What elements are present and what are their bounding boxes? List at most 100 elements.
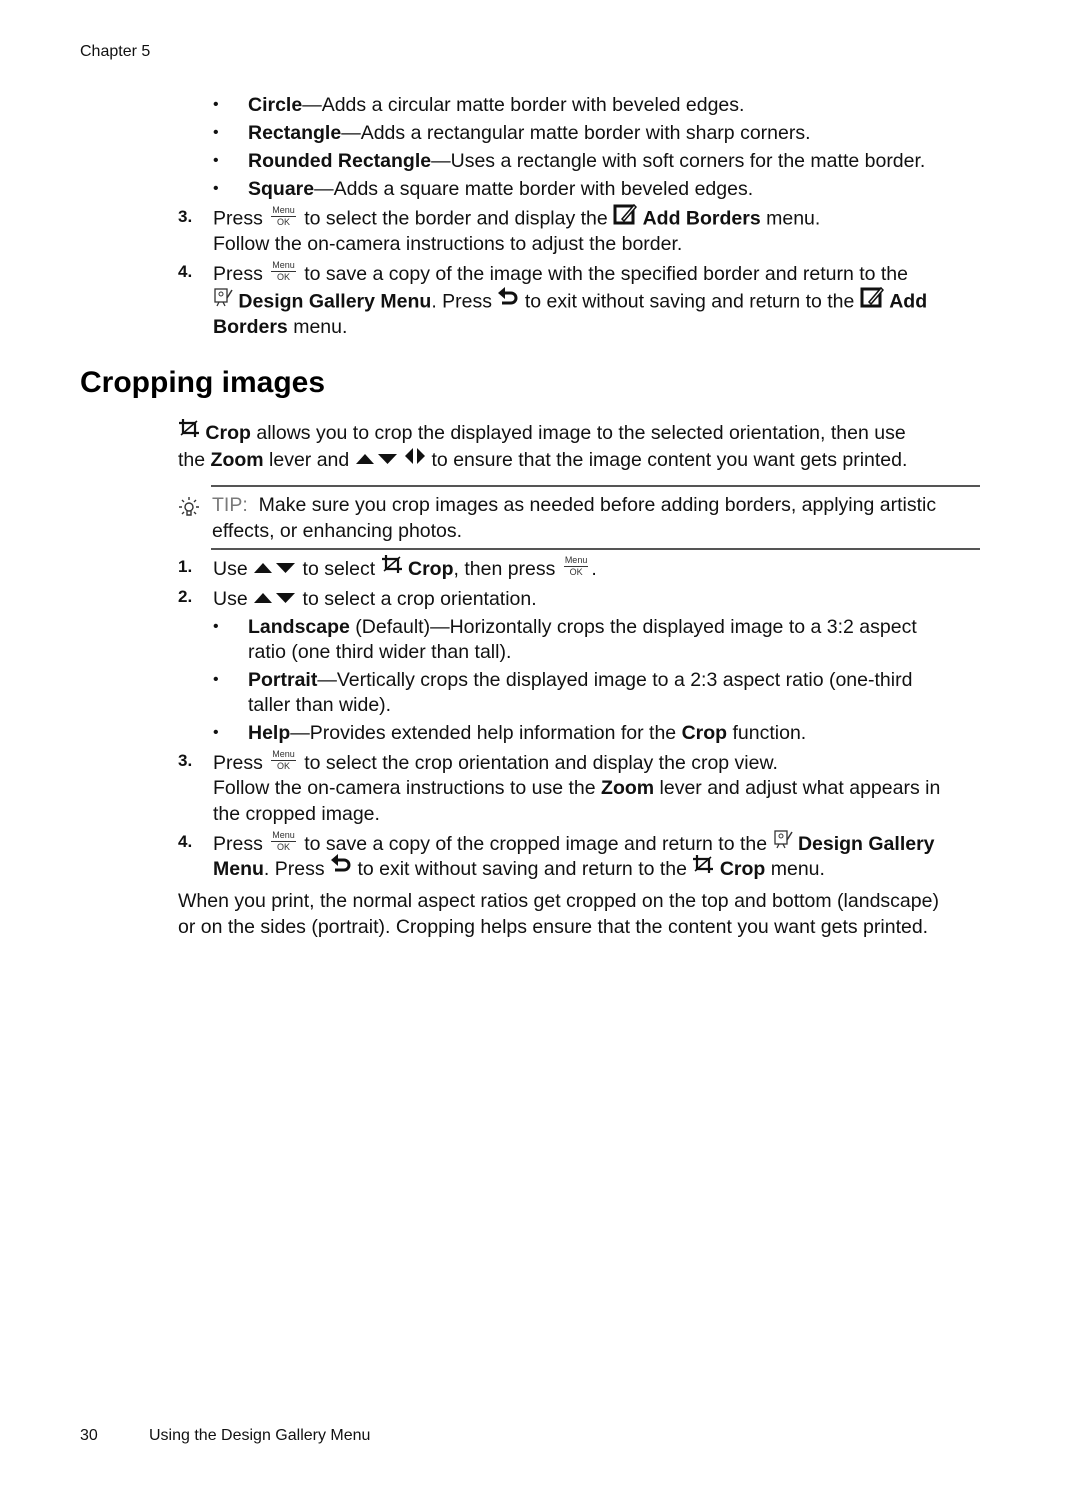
list-item: Circle—Adds a circular matte border with… <box>248 92 744 118</box>
crop-step-2: Use to select a crop orientation. <box>213 586 537 613</box>
crop-icon <box>381 554 403 581</box>
text: to select the border and display the <box>304 207 608 230</box>
tip-label: TIP: <box>212 494 248 516</box>
ok-label: OK <box>277 217 291 227</box>
menu-name: Design Gallery <box>797 833 935 855</box>
description: —Uses a rectangle with soft corners for … <box>431 150 926 172</box>
section-title: Cropping images <box>80 366 326 399</box>
menu-label: Menu <box>271 749 296 762</box>
left-right-arrows-icon <box>404 446 426 472</box>
footer-section-title: Using the Design Gallery Menu <box>149 1427 371 1444</box>
tip-line-2: effects, or enhancing photos. <box>212 520 463 542</box>
menu-ok-button-icon: Menu OK <box>271 750 296 771</box>
text: Use <box>213 588 248 610</box>
text: . <box>591 558 597 580</box>
bullet: • <box>213 152 219 169</box>
menu-name: Borders <box>213 316 288 338</box>
closing-line-2: or on the sides (portrait). Cropping hel… <box>178 916 929 938</box>
menu-ok-button-icon: Menu OK <box>271 831 296 852</box>
menu-label: Menu <box>271 260 296 273</box>
term: Crop <box>719 858 766 880</box>
add-borders-icon <box>613 203 638 232</box>
term: Square <box>248 178 315 200</box>
up-down-arrows-icon <box>253 585 297 611</box>
text: (Default)—Horizontally crops the display… <box>355 616 917 638</box>
term: Crop <box>408 558 454 580</box>
tip-text: Make sure you crop images as needed befo… <box>258 494 937 516</box>
menu-name: Menu <box>213 858 264 880</box>
term: Zoom <box>210 449 264 471</box>
crop-step-4-line-1: Press Menu OK to save a copy of the cropp… <box>213 829 935 858</box>
lightbulb-icon <box>178 496 200 526</box>
bullet: • <box>213 671 219 688</box>
term: Zoom <box>601 777 655 799</box>
tip-top-divider <box>211 485 980 487</box>
text: to save a copy of the image with the spe… <box>304 263 908 285</box>
text: lever and <box>269 449 350 471</box>
step-4-line-2: Design Gallery Menu. Press to exit witho… <box>213 286 928 317</box>
menu-name: Design Gallery Menu <box>238 290 432 313</box>
intro-line-1: Crop allows you to crop the displayed im… <box>178 419 906 447</box>
intro-line-2: the Zoom lever and to ensure that the im… <box>178 447 907 474</box>
option-help: Help—Provides extended help information … <box>248 720 806 746</box>
text: function. <box>732 722 807 744</box>
list-item: Square—Adds a square matte border with b… <box>248 176 753 202</box>
text: . Press <box>263 858 325 880</box>
design-gallery-icon <box>773 829 793 856</box>
step-number: 3. <box>178 207 193 226</box>
list-item: Rectangle—Adds a rectangular matte borde… <box>248 120 811 146</box>
text: to select <box>302 558 376 580</box>
crop-step-3-line-2: Follow the on-camera instructions to use… <box>213 775 940 801</box>
text: the <box>178 449 206 471</box>
chapter-label: Chapter 5 <box>80 43 151 60</box>
text: to ensure that the image content you wan… <box>431 449 908 471</box>
bullet: • <box>213 618 219 635</box>
text: Use <box>213 558 248 580</box>
crop-step-3-line-3: the cropped image. <box>213 803 380 825</box>
menu-ok-button-icon: Menu OK <box>563 555 589 577</box>
text: Press <box>213 263 263 285</box>
bullet: • <box>213 124 219 141</box>
text: Press <box>213 752 263 774</box>
ok-label: OK <box>277 272 291 283</box>
text: to select the crop orientation and displ… <box>304 752 778 774</box>
tip-bottom-divider <box>211 548 980 550</box>
menu-label: Menu <box>563 555 589 568</box>
back-arrow-icon <box>497 287 519 314</box>
ok-label: OK <box>277 761 291 772</box>
option-landscape-line-1: Landscape (Default)—Horizontally crops t… <box>248 614 917 640</box>
text: lever and adjust what appears in <box>659 777 941 799</box>
crop-icon <box>692 854 714 881</box>
text: Press <box>213 833 263 855</box>
step-number: 2. <box>178 587 193 606</box>
crop-step-4-line-2: Menu. Press to exit without saving and r… <box>213 854 825 883</box>
step-number: 4. <box>178 262 193 281</box>
tip-line-1: TIP: Make sure you crop images as needed… <box>212 492 936 518</box>
crop-step-3-line-1: Press Menu OK to select the crop orientat… <box>213 750 778 776</box>
bullet: • <box>213 96 219 113</box>
step-3-line-2: Follow the on-camera instructions to adj… <box>213 233 683 255</box>
term: Help <box>248 722 291 744</box>
menu-label: Menu <box>271 205 296 217</box>
term: Circle <box>248 94 303 116</box>
add-borders-icon <box>860 286 884 315</box>
option-portrait-line-2: taller than wide). <box>248 694 392 716</box>
step-number: 3. <box>178 751 193 770</box>
menu-ok-button-icon: Menu OK <box>271 261 296 282</box>
step-4-line-1: Press Menu OK to save a copy of the image… <box>213 261 908 287</box>
text: to exit without saving and return to the <box>357 858 687 880</box>
step-3-line-1: Press Menu OK to select the border and di… <box>213 203 820 234</box>
step-number: 1. <box>178 557 193 576</box>
menu-label: Menu <box>271 830 296 843</box>
option-landscape-line-2: ratio (one third wider than tall). <box>248 641 512 663</box>
term: Crop <box>681 722 728 744</box>
back-arrow-icon <box>330 854 352 881</box>
text: —Provides extended help information for … <box>290 722 677 744</box>
ok-label: OK <box>277 842 291 853</box>
description: —Adds a rectangular matte border with sh… <box>341 122 811 144</box>
menu-name: Add <box>889 290 928 313</box>
crop-step-1: Use to select Crop, then press Menu OK. <box>213 554 597 583</box>
text: to save a copy of the cropped image and … <box>304 833 768 855</box>
term: Crop <box>205 422 251 444</box>
step-4-line-3: Borders menu. <box>213 314 347 340</box>
